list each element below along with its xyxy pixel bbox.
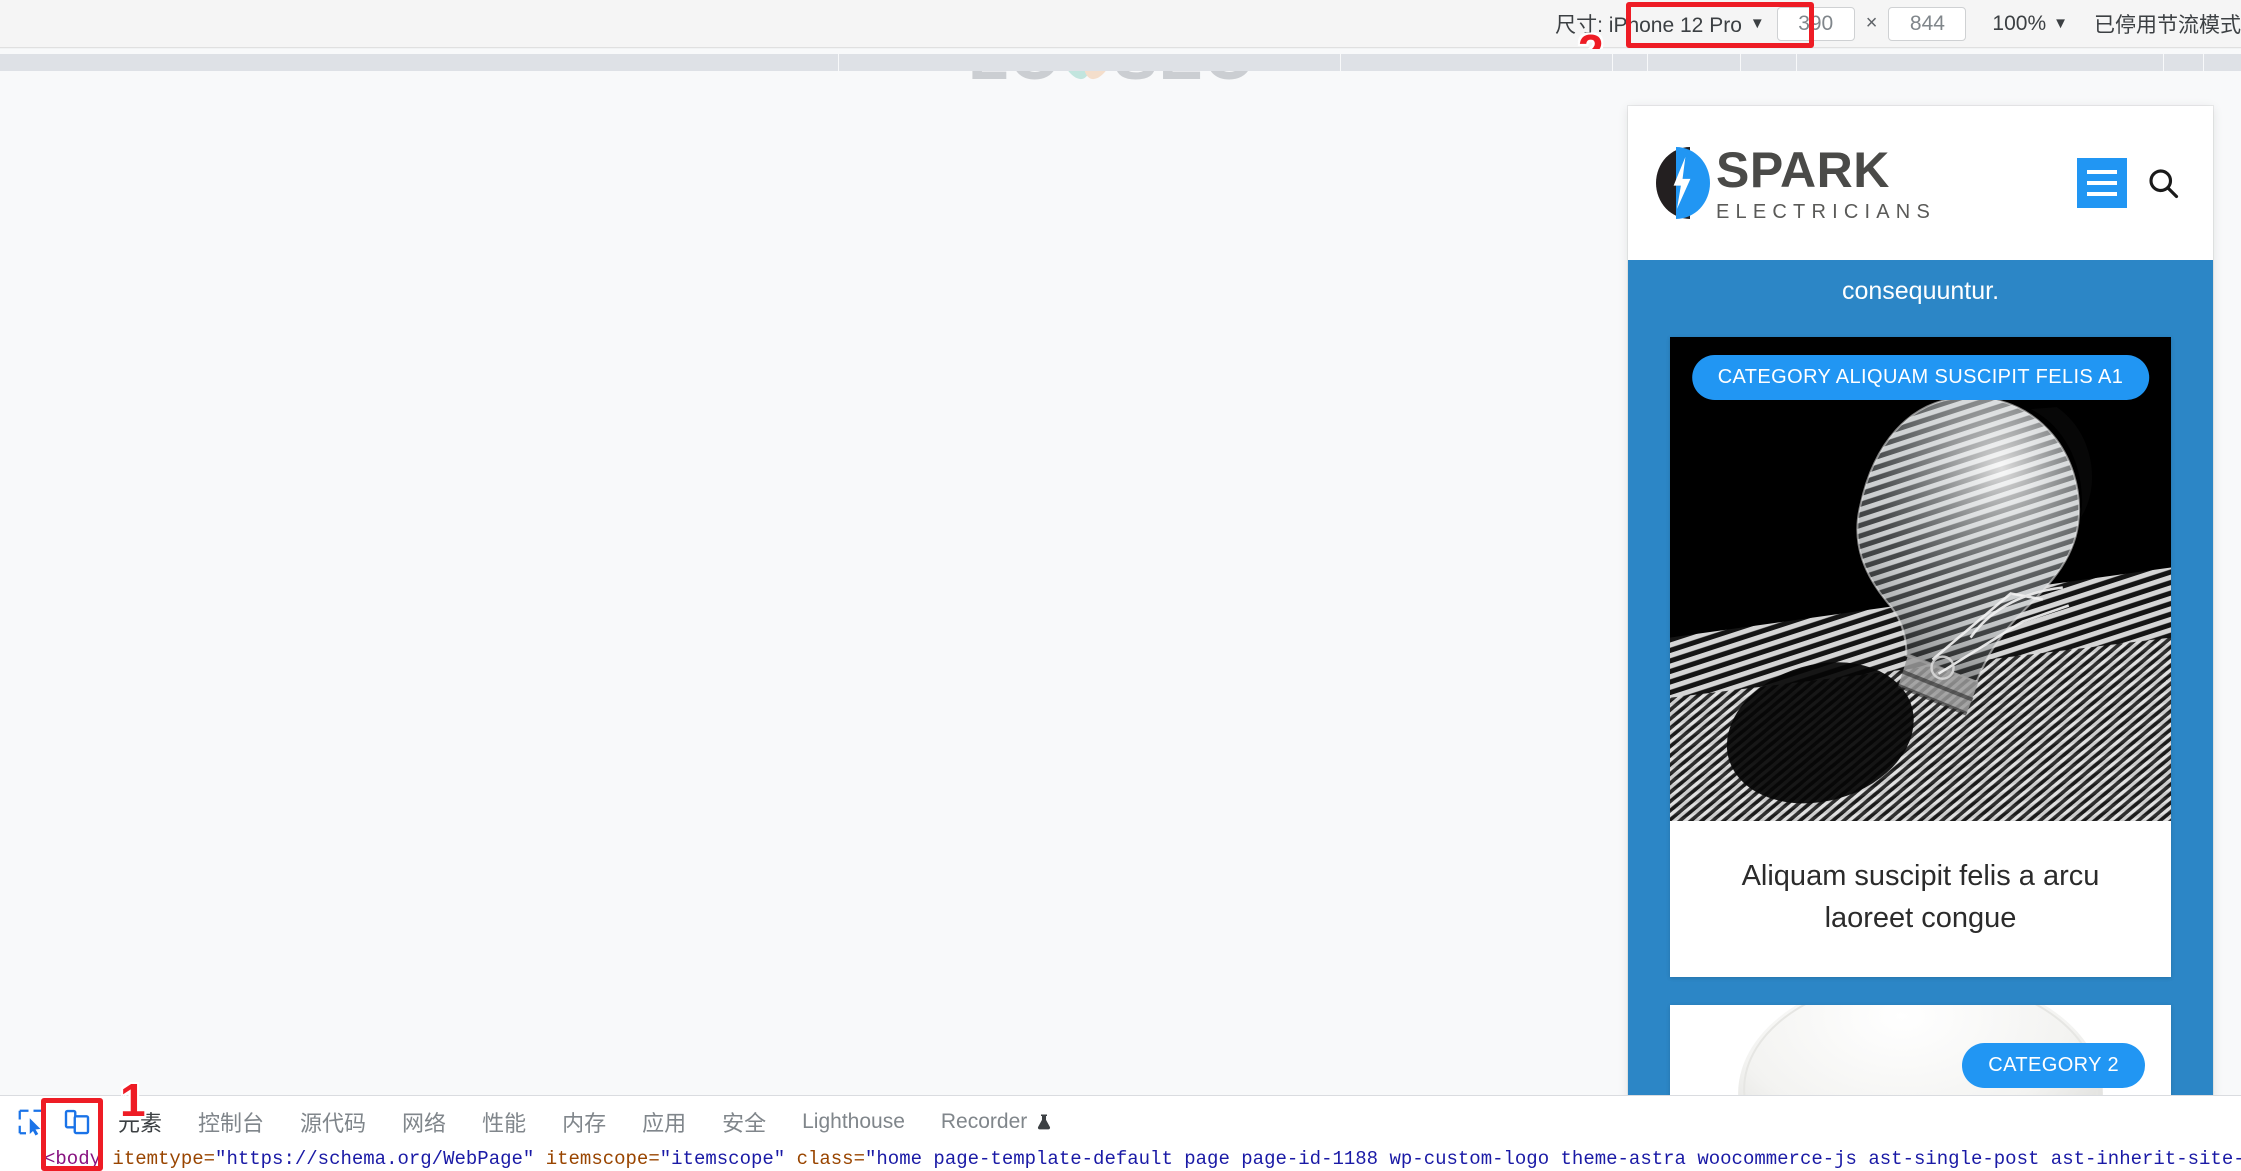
brand-name: SPARK xyxy=(1716,141,1890,198)
spark-bolt-icon xyxy=(1656,147,1710,219)
site-header: SPARK ELECTRICIANS xyxy=(1628,106,2213,260)
hamburger-icon[interactable] xyxy=(2077,158,2127,208)
tab-label: Recorder xyxy=(940,1110,1028,1133)
throttling-label: 已停用节流模式 xyxy=(2094,13,2241,37)
watermark-leaf-icon xyxy=(1052,71,1121,89)
tab-memory[interactable]: 内存 xyxy=(544,1096,624,1148)
tab-label: Lighthouse xyxy=(802,1110,905,1133)
tab-label: 源代码 xyxy=(300,1111,367,1136)
article-title[interactable]: Aliquam suscipit felis a arcu laoreet co… xyxy=(1670,821,2171,977)
tab-label: 安全 xyxy=(722,1111,767,1136)
tab-label: 网络 xyxy=(402,1111,447,1136)
annotation-number-1: 1 xyxy=(120,1074,146,1126)
category-badge[interactable]: CATEGORY ALIQUAM SUSCIPIT FELIS A1 xyxy=(1691,355,2150,400)
throttling-select[interactable]: 已停用节流模式 xyxy=(2094,9,2241,39)
dom-attr: class= xyxy=(796,1148,865,1170)
viewport-height-input[interactable] xyxy=(1888,6,1967,41)
tab-label: 控制台 xyxy=(198,1111,265,1136)
tab-application[interactable]: 应用 xyxy=(624,1096,704,1148)
tab-label: 性能 xyxy=(482,1111,527,1136)
tab-console[interactable]: 控制台 xyxy=(180,1096,282,1148)
flask-experimental-icon xyxy=(1038,1114,1051,1130)
device-toolbar: 尺寸: iPhone 12 Pro ▼ × 100% ▼ 已停用节流模式 xyxy=(0,0,2241,48)
featured-section: consequuntur. CATEGORY ALIQUAM SUSCIPIT … xyxy=(1628,260,2213,1095)
device-preview-frame[interactable]: SPARK ELECTRICIANS consequuntur. CATEGOR… xyxy=(1628,106,2213,1095)
device-toolbar-icon[interactable] xyxy=(56,1101,98,1143)
tab-label: 内存 xyxy=(562,1111,607,1136)
chevron-down-icon: ▼ xyxy=(2053,15,2068,32)
tab-lighthouse[interactable]: Lighthouse xyxy=(784,1096,923,1148)
dimension-separator: × xyxy=(1865,12,1878,34)
header-actions xyxy=(2077,158,2183,208)
dom-value: "itemscope" xyxy=(659,1148,786,1170)
lightbulb-photo-art xyxy=(1670,337,2171,821)
device-viewport-canvas: LO SEO SPARK ELECTRICIANS xyxy=(0,71,2241,1095)
watermark-text-left: LO xyxy=(968,71,1062,89)
article-image: CATEGORY 2 xyxy=(1670,1005,2171,1095)
tab-sources[interactable]: 源代码 xyxy=(282,1096,384,1148)
viewport-ruler xyxy=(0,49,2241,71)
article-card[interactable]: CATEGORY 2 xyxy=(1670,1005,2171,1095)
watermark-text-right: SEO xyxy=(1114,71,1256,89)
tab-label: 应用 xyxy=(642,1111,687,1136)
category-badge[interactable]: CATEGORY 2 xyxy=(1962,1043,2145,1089)
search-icon[interactable] xyxy=(2143,163,2183,203)
devtools-panel: 元素 控制台 源代码 网络 性能 内存 应用 安全 Lighthouse Rec… xyxy=(0,1077,2241,1171)
loyseo-watermark: LO SEO xyxy=(968,71,1256,89)
zoom-level-label: 100% xyxy=(1992,11,2047,35)
dom-attr: itemtype= xyxy=(112,1148,216,1170)
zoom-select[interactable]: 100% ▼ xyxy=(1992,12,2068,36)
brand-text-block: SPARK ELECTRICIANS xyxy=(1716,145,1936,222)
tab-network[interactable]: 网络 xyxy=(384,1096,464,1148)
devtools-device-mode-screen: 尺寸: iPhone 12 Pro ▼ × 100% ▼ 已停用节流模式 2 xyxy=(0,0,2241,1171)
ruler-bar xyxy=(0,54,2241,71)
chevron-down-icon: ▼ xyxy=(1749,15,1765,32)
viewport-width-input[interactable] xyxy=(1776,6,1855,41)
article-card[interactable]: CATEGORY ALIQUAM SUSCIPIT FELIS A1 Aliqu… xyxy=(1670,337,2171,978)
dom-value: "https://schema.org/WebPage" xyxy=(215,1148,535,1170)
tab-performance[interactable]: 性能 xyxy=(464,1096,544,1148)
devtools-tabbar: 元素 控制台 源代码 网络 性能 内存 应用 安全 Lighthouse Rec… xyxy=(0,1096,2241,1148)
dom-tag: <body xyxy=(44,1148,102,1170)
device-toolbar-controls: 尺寸: iPhone 12 Pro ▼ × 100% ▼ 已停用节流模式 xyxy=(1543,0,2241,48)
brand-subtitle: ELECTRICIANS xyxy=(1716,200,1936,223)
dom-value: "home page-template-default page page-id… xyxy=(865,1148,2241,1170)
article-image: CATEGORY ALIQUAM SUSCIPIT FELIS A1 xyxy=(1670,337,2171,821)
dom-attr: itemscope= xyxy=(545,1148,660,1170)
section-intro-text: consequuntur. xyxy=(1841,277,2000,305)
inspect-element-icon[interactable] xyxy=(10,1101,52,1143)
tab-recorder[interactable]: Recorder xyxy=(923,1096,1071,1148)
site-logo[interactable]: SPARK ELECTRICIANS xyxy=(1656,145,1936,222)
tab-security[interactable]: 安全 xyxy=(704,1096,784,1148)
dom-breadcrumb-code: <body itemtype="https://schema.org/WebPa… xyxy=(0,1147,2241,1171)
